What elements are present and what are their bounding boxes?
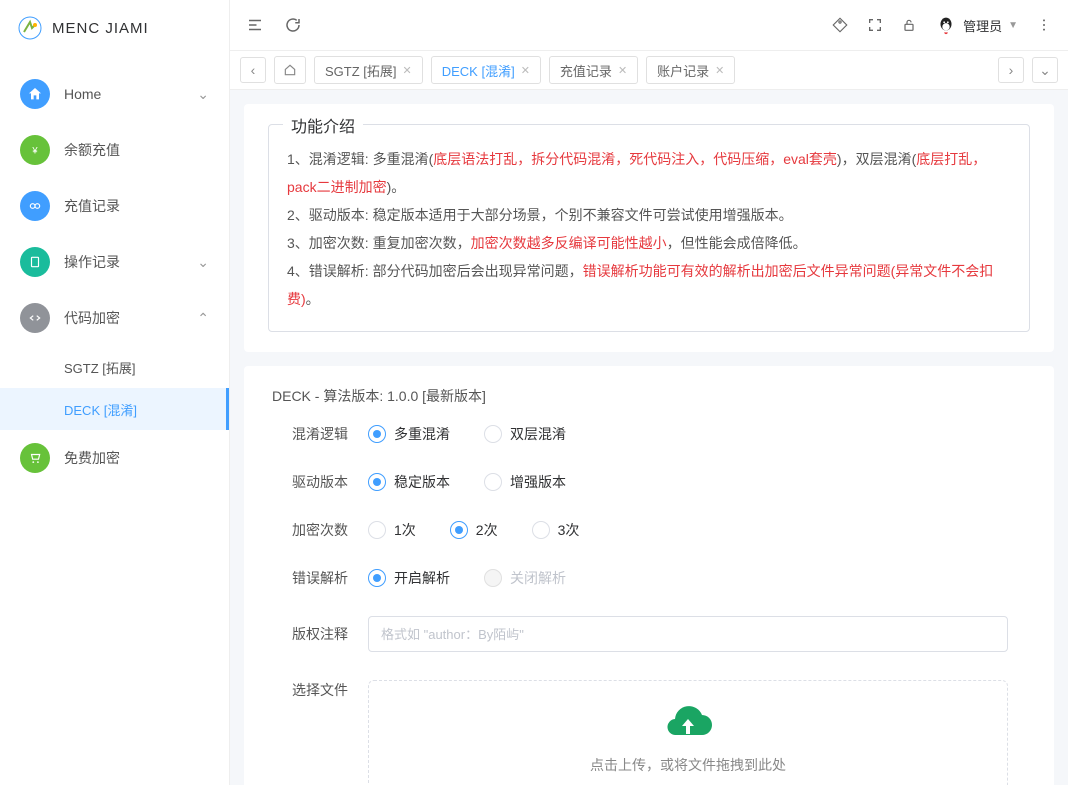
- nav-home-label: Home: [64, 86, 101, 102]
- nav-balance[interactable]: ¥ 余额充值: [0, 122, 229, 178]
- file-label: 选择文件: [268, 680, 368, 700]
- nav-sub-sgtz[interactable]: SGTZ [拓展]: [0, 346, 229, 388]
- home-icon: [283, 63, 297, 77]
- intro-panel: 功能介绍 1、混淆逻辑: 多重混淆(底层语法打乱，拆分代码混淆，死代码注入，代码…: [244, 104, 1054, 352]
- tab-home[interactable]: [274, 56, 306, 84]
- tabsbar: ‹ SGTZ [拓展] ✕ DECK [混淆] ✕ 充值记录 ✕ 账户记录 ✕ › ⌄: [230, 50, 1068, 90]
- count-label: 加密次数: [268, 520, 368, 540]
- nav-free-encrypt[interactable]: 免费加密: [0, 430, 229, 486]
- svg-text:¥: ¥: [31, 146, 38, 156]
- intro-title: 功能介绍: [283, 113, 363, 137]
- nav-code-encrypt-label: 代码加密: [64, 308, 120, 328]
- tab-recharge[interactable]: 充值记录 ✕: [549, 56, 638, 84]
- content: 功能介绍 1、混淆逻辑: 多重混淆(底层语法打乱，拆分代码混淆，死代码注入，代码…: [230, 90, 1068, 785]
- qq-icon: [935, 14, 957, 36]
- code-icon: [28, 311, 42, 325]
- nav-recharge-log[interactable]: 充值记录: [0, 178, 229, 234]
- main: 管理员 ▼ ‹ SGTZ [拓展] ✕ DECK [混淆] ✕ 充值记录 ✕ 账户记录…: [230, 0, 1068, 785]
- intro-line-3: 3、加密次数: 重复加密次数，加密次数越多反编译可能性越小，但性能会成倍降低。: [287, 229, 1011, 257]
- tab-account-label: 账户记录: [657, 61, 709, 80]
- driver-label: 驱动版本: [268, 472, 368, 492]
- nav-free-encrypt-label: 免费加密: [64, 448, 120, 468]
- row-copyright: 版权注释: [268, 602, 1030, 666]
- row-count: 加密次数 1次 2次 3次: [268, 506, 1030, 554]
- nav-sub-sgtz-label: SGTZ [拓展]: [64, 358, 136, 377]
- close-icon[interactable]: ✕: [521, 64, 530, 77]
- user-menu[interactable]: 管理员 ▼: [935, 14, 1018, 36]
- sidebar: MENC JIAMI Home ⌄ ¥ 余额充值 充值记录 操作记录 ⌄: [0, 0, 230, 785]
- tab-deck[interactable]: DECK [混淆] ✕: [431, 56, 541, 84]
- row-error: 错误解析 开启解析 关闭解析: [268, 554, 1030, 602]
- error-label: 错误解析: [268, 568, 368, 588]
- form-panel: DECK - 算法版本: 1.0.0 [最新版本] 混淆逻辑 多重混淆 双层混淆…: [244, 366, 1054, 785]
- chevron-down-icon: ⌄: [197, 86, 209, 103]
- radio-count-2[interactable]: 2次: [450, 520, 498, 540]
- row-mix: 混淆逻辑 多重混淆 双层混淆: [268, 410, 1030, 458]
- radio-error-on[interactable]: 开启解析: [368, 568, 450, 588]
- upload-text: 点击上传，或将文件拖拽到此处: [590, 755, 786, 775]
- nav-balance-label: 余额充值: [64, 140, 120, 160]
- collapse-sidebar-button[interactable]: [246, 16, 264, 34]
- yen-icon: ¥: [28, 143, 42, 157]
- tag-icon[interactable]: [831, 16, 849, 34]
- logo-icon: [18, 16, 42, 40]
- radio-driver-enhanced[interactable]: 增强版本: [484, 472, 566, 492]
- chevron-up-icon: ⌃: [197, 310, 209, 327]
- radio-driver-stable[interactable]: 稳定版本: [368, 472, 450, 492]
- upload-cloud-icon: [664, 705, 712, 745]
- copyright-label: 版权注释: [268, 624, 368, 644]
- radio-count-1[interactable]: 1次: [368, 520, 416, 540]
- cart-icon: [28, 451, 42, 465]
- intro-line-4: 4、错误解析: 部分代码加密后会出现异常问题，错误解析功能可有效的解析出加密后文…: [287, 257, 1011, 313]
- nav-sub-deck[interactable]: DECK [混淆]: [0, 388, 229, 430]
- file-uploader[interactable]: 点击上传，或将文件拖拽到此处: [368, 680, 1008, 785]
- intro-line-2: 2、驱动版本: 稳定版本适用于大部分场景，个别不兼容文件可尝试使用增强版本。: [287, 201, 1011, 229]
- user-name: 管理员: [963, 16, 1002, 35]
- fullscreen-icon[interactable]: [867, 17, 883, 33]
- nav: Home ⌄ ¥ 余额充值 充值记录 操作记录 ⌄ 代码加密 ⌃: [0, 56, 229, 486]
- link-icon: [28, 199, 42, 213]
- lock-icon[interactable]: [901, 17, 917, 33]
- close-icon[interactable]: ✕: [715, 64, 724, 77]
- radio-error-off: 关闭解析: [484, 568, 566, 588]
- tab-deck-label: DECK [混淆]: [442, 61, 515, 80]
- row-file: 选择文件 点击上传，或将文件拖拽到此处: [268, 666, 1030, 785]
- chevron-down-icon: ⌄: [197, 254, 209, 271]
- nav-sub-deck-label: DECK [混淆]: [64, 400, 137, 419]
- copyright-input[interactable]: [368, 616, 1008, 652]
- close-icon[interactable]: ✕: [618, 64, 627, 77]
- tab-account[interactable]: 账户记录 ✕: [646, 56, 735, 84]
- tab-sgtz[interactable]: SGTZ [拓展] ✕: [314, 56, 423, 84]
- nav-operation-log-label: 操作记录: [64, 252, 120, 272]
- tab-sgtz-label: SGTZ [拓展]: [325, 61, 397, 80]
- mix-label: 混淆逻辑: [268, 424, 368, 444]
- doc-icon: [28, 255, 42, 269]
- tab-dropdown-button[interactable]: ⌄: [1032, 57, 1058, 83]
- tab-recharge-label: 充值记录: [560, 61, 612, 80]
- radio-count-3[interactable]: 3次: [532, 520, 580, 540]
- nav-home[interactable]: Home ⌄: [0, 66, 229, 122]
- home-icon: [27, 86, 43, 102]
- logo-area: MENC JIAMI: [0, 0, 229, 56]
- tab-prev-button[interactable]: ‹: [240, 57, 266, 83]
- row-driver: 驱动版本 稳定版本 增强版本: [268, 458, 1030, 506]
- radio-mix-multi[interactable]: 多重混淆: [368, 424, 450, 444]
- nav-operation-log[interactable]: 操作记录 ⌄: [0, 234, 229, 290]
- nav-code-encrypt[interactable]: 代码加密 ⌃: [0, 290, 229, 346]
- close-icon[interactable]: ✕: [403, 64, 412, 77]
- nav-recharge-log-label: 充值记录: [64, 196, 120, 216]
- dropdown-caret-icon: ▼: [1008, 20, 1018, 31]
- radio-mix-double[interactable]: 双层混淆: [484, 424, 566, 444]
- brand-text: MENC JIAMI: [52, 20, 149, 37]
- refresh-button[interactable]: [284, 16, 302, 34]
- version-label: DECK - 算法版本: 1.0.0 [最新版本]: [268, 386, 1030, 406]
- topbar: 管理员 ▼: [230, 0, 1068, 50]
- tab-next-button[interactable]: ›: [998, 57, 1024, 83]
- intro-line-1: 1、混淆逻辑: 多重混淆(底层语法打乱，拆分代码混淆，死代码注入，代码压缩，ev…: [287, 145, 1011, 201]
- more-icon[interactable]: [1036, 17, 1052, 33]
